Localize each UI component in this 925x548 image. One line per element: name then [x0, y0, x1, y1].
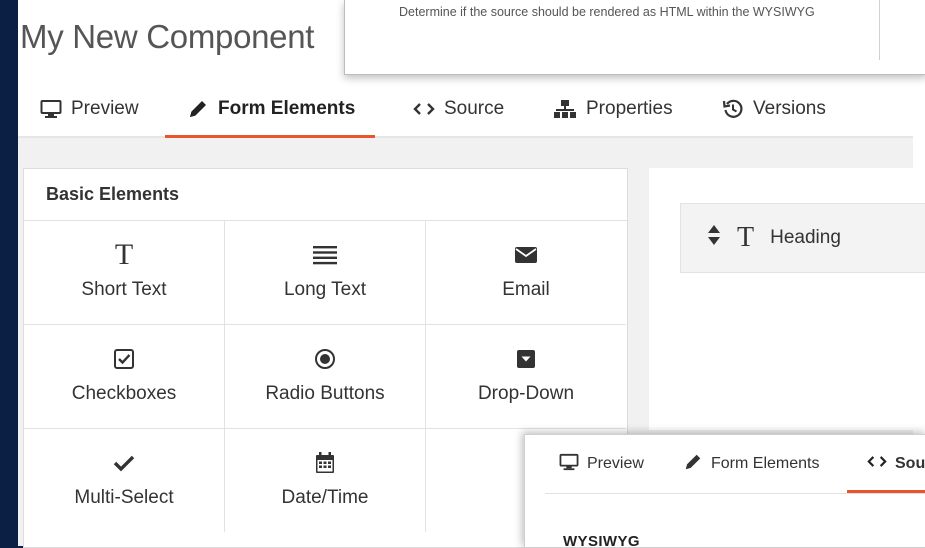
history-icon: [722, 98, 744, 120]
form-canvas: T Heading: [649, 168, 925, 430]
tab-source[interactable]: Source: [413, 84, 504, 134]
calendar-icon: [315, 449, 335, 477]
drag-sort-icon[interactable]: [707, 224, 721, 252]
tab-properties-label: Properties: [586, 98, 673, 119]
code-icon: [413, 102, 435, 116]
tab-versions-label: Versions: [753, 98, 826, 119]
overlay-tab-form-elements-label: Form Elements: [711, 455, 820, 472]
tab-source-label: Source: [444, 98, 505, 119]
checkbox-icon: [113, 345, 135, 373]
component-title: My New Component: [20, 18, 315, 55]
editor-tabs: Preview Form Elements Source Properties …: [18, 84, 913, 138]
text-lines-icon: [312, 241, 338, 269]
element-label: Radio Buttons: [265, 383, 385, 404]
monitor-icon: [40, 99, 62, 119]
sitemap-icon: [553, 99, 577, 119]
text-t-icon: T: [737, 222, 755, 253]
tab-versions[interactable]: Versions: [722, 84, 826, 134]
tab-form-elements[interactable]: Form Elements: [164, 84, 376, 138]
radio-icon: [314, 345, 336, 373]
overlay-tabs: Preview Form Elements Sou: [545, 435, 925, 494]
pencil-icon: [187, 98, 209, 120]
overlay-editor-window: Preview Form Elements Sou WYSIWYG: [524, 434, 925, 548]
overlay-section-label: WYSIWYG: [563, 533, 640, 547]
element-radio-buttons[interactable]: Radio Buttons: [225, 325, 426, 429]
element-label: Drop-Down: [477, 383, 575, 404]
tab-preview-label: Preview: [71, 98, 139, 119]
pencil-icon: [683, 452, 703, 477]
element-checkboxes[interactable]: Checkboxes: [24, 325, 225, 429]
element-date-time[interactable]: Date/Time: [225, 429, 426, 532]
element-label: Email: [502, 279, 550, 300]
tooltip-text: Determine if the source should be render…: [399, 5, 815, 19]
element-multi-select[interactable]: Multi-Select: [24, 429, 225, 532]
tab-properties[interactable]: Properties: [553, 84, 673, 134]
element-email[interactable]: Email: [426, 221, 626, 325]
element-short-text[interactable]: T Short Text: [24, 221, 225, 325]
property-tooltip: Determine if the source should be render…: [344, 0, 925, 75]
checkmark-icon: [112, 449, 136, 477]
element-label: Long Text: [283, 279, 367, 300]
element-label: Checkboxes: [71, 383, 177, 404]
overlay-tab-preview-label: Preview: [587, 455, 644, 472]
tooltip-divider: [879, 0, 880, 60]
overlay-tab-preview[interactable]: Preview: [559, 435, 644, 493]
overlay-tab-source[interactable]: Sou: [846, 435, 925, 493]
element-label: Short Text: [81, 279, 167, 300]
canvas-heading-label: Heading: [770, 227, 841, 248]
envelope-icon: [514, 241, 538, 269]
element-drop-down[interactable]: Drop-Down: [426, 325, 626, 429]
element-label: Date/Time: [281, 487, 369, 508]
element-label: Multi-Select: [74, 487, 174, 508]
canvas-heading-element[interactable]: T Heading: [680, 203, 925, 273]
monitor-icon: [559, 453, 579, 476]
overlay-tab-source-label: Sou: [895, 455, 925, 472]
code-icon: [867, 455, 887, 473]
dropdown-icon: [516, 345, 536, 373]
basic-elements-title: Basic Elements: [24, 169, 627, 221]
overlay-tab-form-elements[interactable]: Form Elements: [683, 435, 819, 493]
tab-preview[interactable]: Preview: [40, 84, 139, 134]
element-long-text[interactable]: Long Text: [225, 221, 426, 325]
text-t-icon: T: [114, 238, 134, 271]
tab-form-elements-label: Form Elements: [218, 98, 356, 119]
